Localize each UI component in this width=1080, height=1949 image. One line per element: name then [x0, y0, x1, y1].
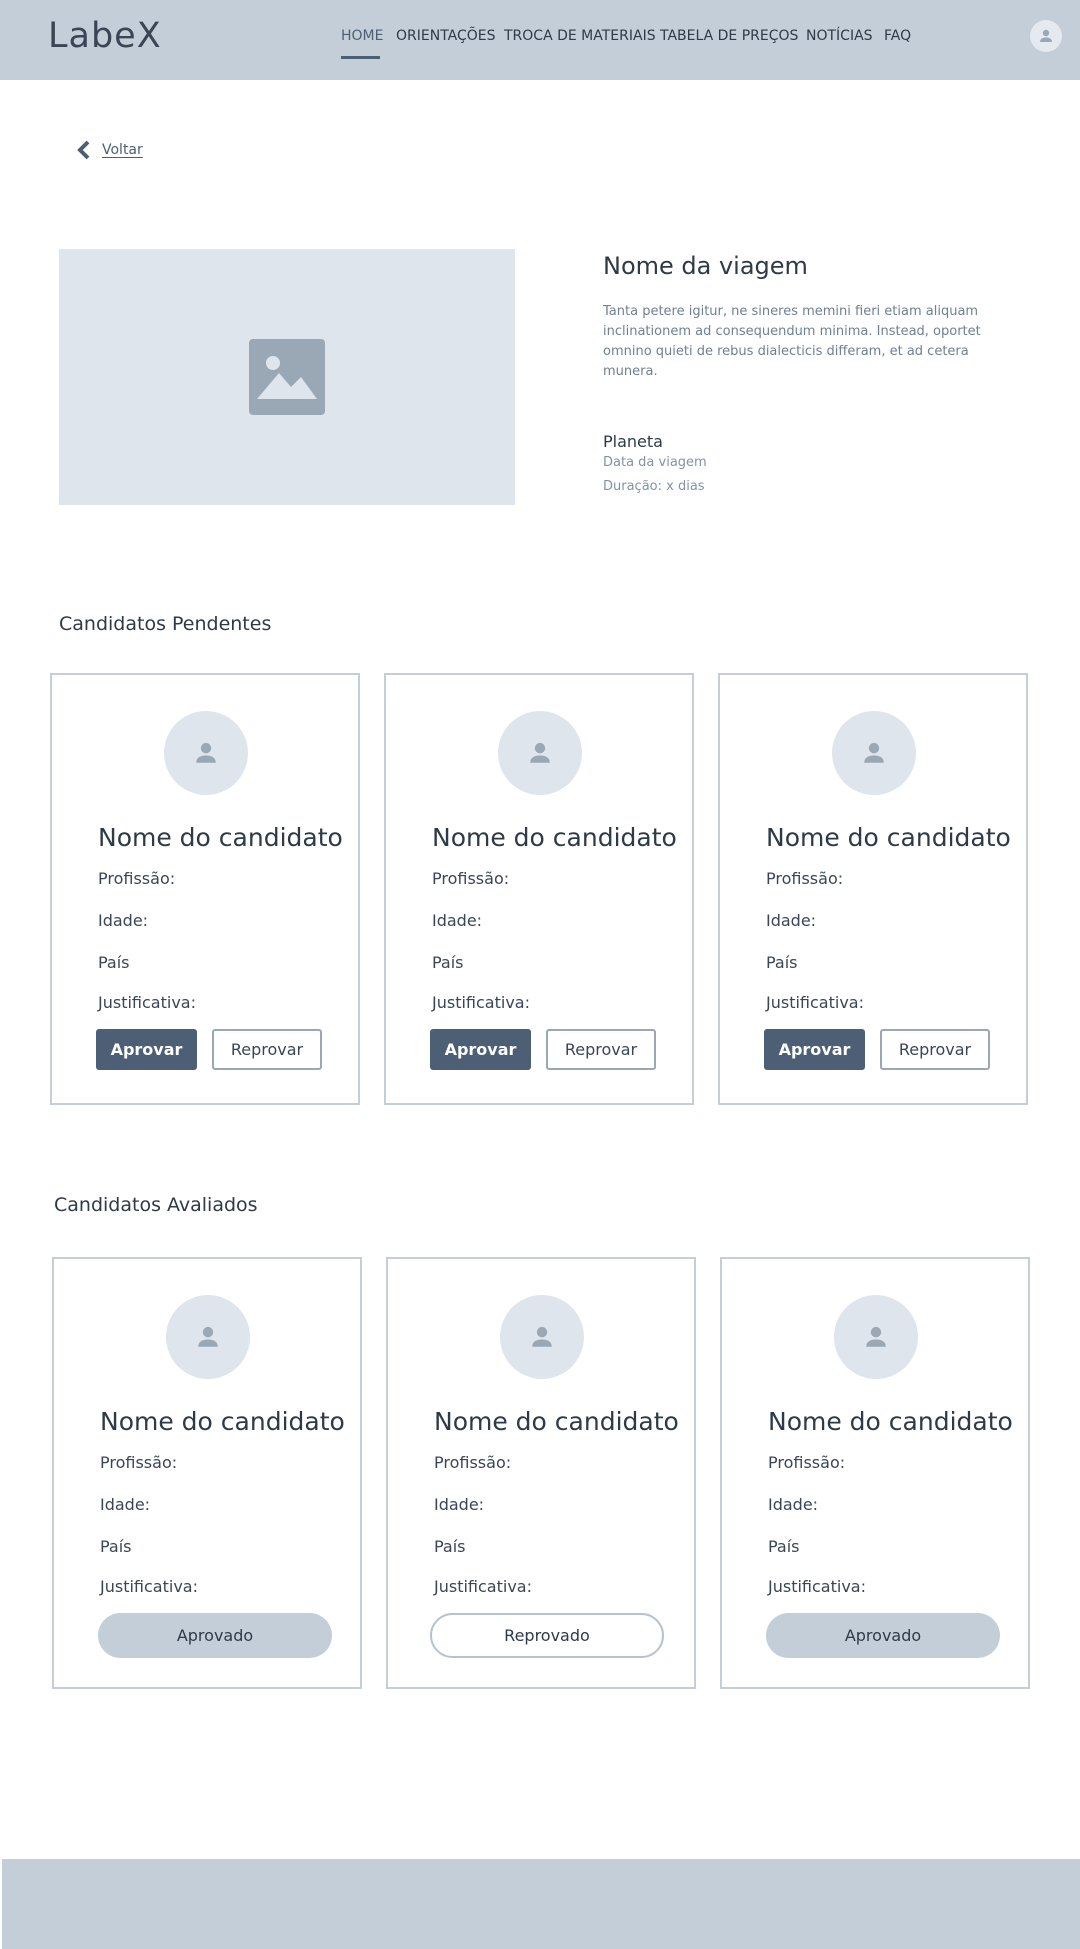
candidate-age: Idade: [766, 911, 817, 930]
reject-button[interactable]: Reprovar [880, 1029, 990, 1070]
user-icon [198, 1326, 218, 1347]
candidate-age: Idade: [98, 911, 149, 930]
user-avatar-button[interactable] [1030, 20, 1062, 52]
candidate-country: País [768, 1537, 800, 1556]
candidate-name: Nome do candidato [98, 823, 343, 852]
footer [2, 1859, 1080, 1949]
candidate-profession: Profissão: [432, 869, 510, 888]
chevron-left-icon[interactable] [76, 140, 92, 160]
candidate-justification: Justificativa: [98, 993, 196, 1012]
candidate-profession: Profissão: [766, 869, 844, 888]
nav-troca-de-materiais[interactable]: TROCA DE MATERIAIS [504, 28, 656, 44]
candidate-age: Idade: [434, 1495, 485, 1514]
nav-noticias[interactable]: NOTÍCIAS [806, 28, 873, 44]
image-placeholder-icon [249, 339, 325, 415]
trip-planet: Planeta [603, 432, 663, 451]
candidate-avatar [498, 711, 582, 795]
user-avatar-icon [1040, 29, 1052, 42]
pending-section-title: Candidatos Pendentes [59, 613, 272, 635]
candidate-avatar [500, 1295, 584, 1379]
candidate-age: Idade: [100, 1495, 151, 1514]
reject-button[interactable]: Reprovar [546, 1029, 656, 1070]
logo[interactable]: LabeX [48, 16, 162, 56]
evaluated-section-title: Candidatos Avaliados [54, 1194, 258, 1216]
candidate-justification: Justificativa: [432, 993, 530, 1012]
candidate-avatar [166, 1295, 250, 1379]
candidate-name: Nome do candidato [766, 823, 1011, 852]
trip-description: Tanta petere igitur, ne sineres memini f… [603, 304, 981, 379]
status-badge-rejected: Reprovado [430, 1613, 664, 1658]
candidate-justification: Justificativa: [434, 1577, 532, 1596]
reject-button[interactable]: Reprovar [212, 1029, 322, 1070]
user-icon [864, 742, 884, 763]
candidate-justification: Justificativa: [100, 1577, 198, 1596]
trip-title: Nome da viagem [603, 252, 808, 280]
nav-faq[interactable]: FAQ [884, 28, 911, 44]
trip-image [59, 249, 515, 505]
evaluated-candidate-card: Nome do candidato Profissão: Idade: País… [720, 1257, 1030, 1689]
candidate-profession: Profissão: [98, 869, 176, 888]
status-badge-approved: Aprovado [98, 1613, 332, 1658]
candidate-age: Idade: [768, 1495, 819, 1514]
candidate-country: País [432, 953, 464, 972]
nav-orientacoes[interactable]: ORIENTAÇÕES [396, 28, 496, 44]
candidate-profession: Profissão: [434, 1453, 512, 1472]
pending-candidate-card: Nome do candidato Profissão: Idade: País… [384, 673, 694, 1105]
approve-button[interactable]: Aprovar [430, 1029, 531, 1070]
approve-button[interactable]: Aprovar [96, 1029, 197, 1070]
candidate-name: Nome do candidato [434, 1407, 679, 1436]
trip-duration: Duração: x dias [603, 479, 705, 494]
candidate-country: País [98, 953, 130, 972]
user-icon [866, 1326, 886, 1347]
status-badge-approved: Aprovado [766, 1613, 1000, 1658]
user-icon [530, 742, 550, 763]
candidate-country: País [100, 1537, 132, 1556]
candidate-name: Nome do candidato [432, 823, 677, 852]
evaluated-candidate-card: Nome do candidato Profissão: Idade: País… [386, 1257, 696, 1689]
pending-candidate-card: Nome do candidato Profissão: Idade: País… [50, 673, 360, 1105]
candidate-profession: Profissão: [768, 1453, 846, 1472]
candidate-avatar [834, 1295, 918, 1379]
nav-active-indicator [341, 56, 380, 59]
approve-button[interactable]: Aprovar [764, 1029, 865, 1070]
candidate-name: Nome do candidato [768, 1407, 1013, 1436]
back-link[interactable]: Voltar [102, 142, 143, 158]
evaluated-candidate-card: Nome do candidato Profissão: Idade: País… [52, 1257, 362, 1689]
candidate-country: País [434, 1537, 466, 1556]
user-icon [196, 742, 216, 763]
candidate-name: Nome do candidato [100, 1407, 345, 1436]
candidate-profession: Profissão: [100, 1453, 178, 1472]
candidate-justification: Justificativa: [766, 993, 864, 1012]
pending-candidate-card: Nome do candidato Profissão: Idade: País… [718, 673, 1028, 1105]
candidate-justification: Justificativa: [768, 1577, 866, 1596]
candidate-avatar [832, 711, 916, 795]
nav-home[interactable]: HOME [341, 28, 383, 44]
candidate-age: Idade: [432, 911, 483, 930]
nav-tabela-de-precos[interactable]: TABELA DE PREÇOS [660, 28, 798, 44]
candidate-avatar [164, 711, 248, 795]
candidate-country: País [766, 953, 798, 972]
trip-date: Data da viagem [603, 455, 707, 470]
user-icon [532, 1326, 552, 1347]
